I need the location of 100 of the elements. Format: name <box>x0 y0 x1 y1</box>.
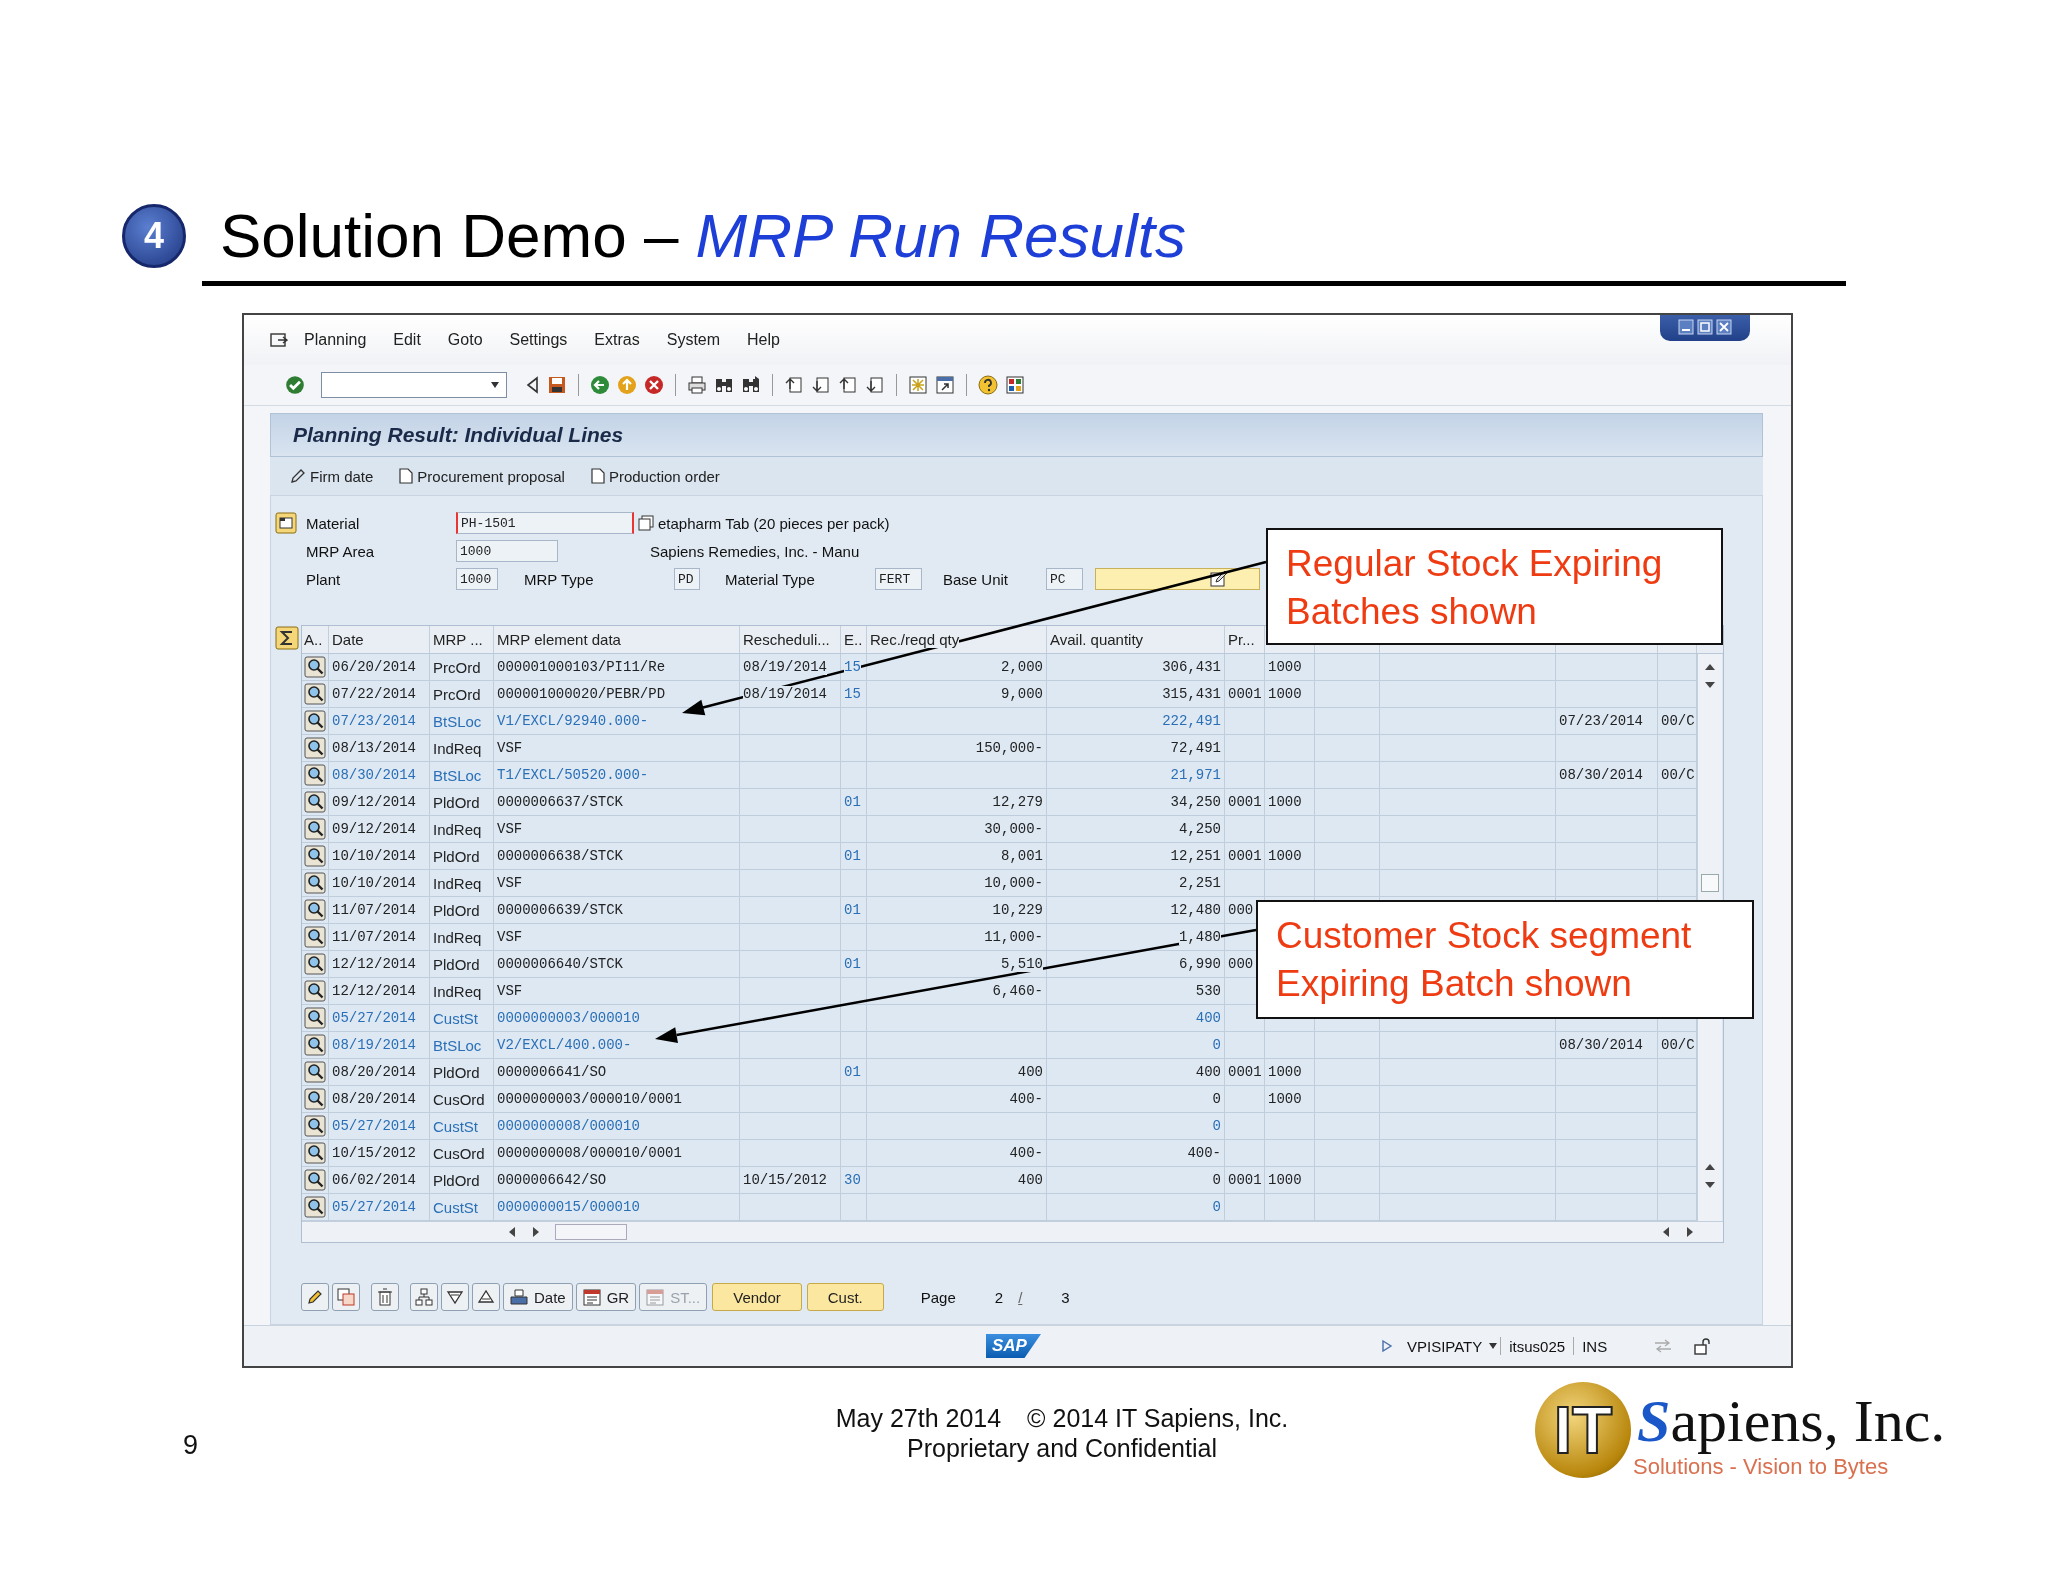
table-cell: 06/20/2014 <box>329 654 430 681</box>
magnifier-icon[interactable] <box>304 764 326 786</box>
magnifier-icon[interactable] <box>304 1169 326 1191</box>
magnifier-icon[interactable] <box>304 926 326 948</box>
magnifier-icon[interactable] <box>304 1061 326 1083</box>
scroll-thumb[interactable] <box>555 1224 627 1240</box>
system-name[interactable]: VPISIPATY <box>1406 1337 1483 1355</box>
lock-icon[interactable] <box>1693 1337 1712 1355</box>
scroll-up-icon[interactable] <box>1703 1162 1717 1172</box>
scroll-right-icon[interactable] <box>531 1225 541 1239</box>
table-cell: 15 <box>841 654 867 681</box>
action-button[interactable]: Production order <box>588 465 722 487</box>
magnifier-icon[interactable] <box>304 1196 326 1218</box>
magnifier-icon[interactable] <box>304 1088 326 1110</box>
magnifier-icon[interactable] <box>304 1142 326 1164</box>
cancel-icon[interactable] <box>644 375 664 395</box>
column-header[interactable]: Rec./reqd qty <box>867 626 1047 653</box>
column-header[interactable]: Avail. quantity <box>1047 626 1225 653</box>
menu-item[interactable]: Help <box>747 331 780 349</box>
slide-title: Solution Demo – MRP Run Results <box>220 205 1186 267</box>
magnifier-icon[interactable] <box>304 791 326 813</box>
delete-button[interactable] <box>371 1283 399 1311</box>
magnifier-icon[interactable] <box>304 872 326 894</box>
scroll-left-icon[interactable] <box>1661 1225 1671 1239</box>
help-icon[interactable] <box>978 375 998 395</box>
print-icon[interactable] <box>687 375 707 395</box>
minimize-icon[interactable] <box>1678 319 1694 335</box>
scroll-right-icon[interactable] <box>1685 1225 1695 1239</box>
back-icon[interactable] <box>590 375 610 395</box>
toolbar-button[interactable]: Cust. <box>806 1283 884 1311</box>
magnifier-icon[interactable] <box>304 1034 326 1056</box>
page-scroll-icon[interactable] <box>811 375 831 395</box>
close-icon[interactable] <box>1716 319 1732 335</box>
new-session-icon[interactable] <box>908 375 928 395</box>
enter-icon[interactable] <box>284 374 306 396</box>
caret-icon[interactable] <box>490 381 500 389</box>
input-field[interactable]: PH-1501 <box>456 512 634 534</box>
menu-item[interactable]: Extras <box>594 331 640 349</box>
command-field[interactable] <box>321 372 507 398</box>
column-header[interactable]: MRP element data <box>494 626 740 653</box>
magnifier-icon[interactable] <box>304 656 326 678</box>
maximize-icon[interactable] <box>1697 319 1713 335</box>
field-label: Plant <box>306 570 342 588</box>
menu-item[interactable]: Settings <box>509 331 568 349</box>
scroll-left-icon[interactable] <box>507 1225 517 1239</box>
find-next-icon[interactable] <box>741 375 761 395</box>
table-cell: 08/30/2014 <box>1556 1032 1658 1059</box>
table-cell: 09/12/2014 <box>329 789 430 816</box>
toolbar-button[interactable]: Date <box>503 1283 573 1311</box>
play-icon[interactable] <box>1380 1339 1393 1353</box>
input-field[interactable] <box>1095 568 1260 590</box>
table-cell: 10/15/2012 <box>329 1140 430 1167</box>
column-header[interactable]: E.. <box>841 626 867 653</box>
page-scroll-icon[interactable] <box>838 375 858 395</box>
page-scroll-icon[interactable] <box>784 375 804 395</box>
copy-icon[interactable] <box>638 515 654 531</box>
field-label: Base Unit <box>943 570 1010 588</box>
scroll-up-icon[interactable] <box>1703 662 1717 672</box>
page-scroll-icon[interactable] <box>865 375 885 395</box>
magnifier-icon[interactable] <box>304 953 326 975</box>
magnifier-icon[interactable] <box>304 845 326 867</box>
magnifier-icon[interactable] <box>304 899 326 921</box>
hierarchy-button[interactable] <box>410 1283 438 1311</box>
menu-icon[interactable] <box>270 332 288 348</box>
menu-item[interactable]: System <box>666 331 721 349</box>
layout-icon[interactable] <box>1005 375 1025 395</box>
magnifier-icon[interactable] <box>304 1115 326 1137</box>
column-header[interactable]: MRP ... <box>430 626 494 653</box>
change-button[interactable] <box>301 1283 329 1311</box>
scroll-thumb[interactable] <box>1701 874 1719 892</box>
save-icon[interactable] <box>547 375 567 395</box>
column-header[interactable]: Date <box>329 626 430 653</box>
magnifier-icon[interactable] <box>304 980 326 1002</box>
input-field[interactable]: 1000 <box>456 540 558 562</box>
shortcut-icon[interactable] <box>935 375 955 395</box>
collapse-button[interactable] <box>441 1283 469 1311</box>
action-button[interactable]: Firm date <box>288 465 376 487</box>
column-header[interactable]: A.. <box>302 626 329 653</box>
caret-icon[interactable] <box>1488 1342 1499 1350</box>
action-button[interactable]: Procurement proposal <box>397 465 567 487</box>
column-header[interactable]: Pr... <box>1225 626 1265 653</box>
expand-button[interactable] <box>472 1283 500 1311</box>
edit-icon[interactable] <box>1210 570 1228 588</box>
magnifier-icon[interactable] <box>304 1007 326 1029</box>
scroll-down-icon[interactable] <box>1703 680 1717 690</box>
magnifier-icon[interactable] <box>304 710 326 732</box>
table-cell: 08/19/2014 <box>740 654 841 681</box>
magnifier-icon[interactable] <box>304 737 326 759</box>
menu-item[interactable]: Goto <box>447 331 483 349</box>
toolbar-button[interactable]: Vendor <box>712 1283 802 1311</box>
magnifier-icon[interactable] <box>304 818 326 840</box>
menu-item[interactable]: Edit <box>393 331 421 349</box>
back-arrow-icon[interactable] <box>524 375 540 395</box>
field-label: MRP Area <box>306 542 376 560</box>
scroll-down-icon[interactable] <box>1703 1180 1717 1190</box>
magnifier-icon[interactable] <box>304 683 326 705</box>
sum-icon[interactable] <box>275 626 299 650</box>
material-icon[interactable] <box>275 512 297 534</box>
toolbar-button[interactable]: GR <box>575 1283 637 1311</box>
menu-item[interactable]: Planning <box>304 331 367 349</box>
